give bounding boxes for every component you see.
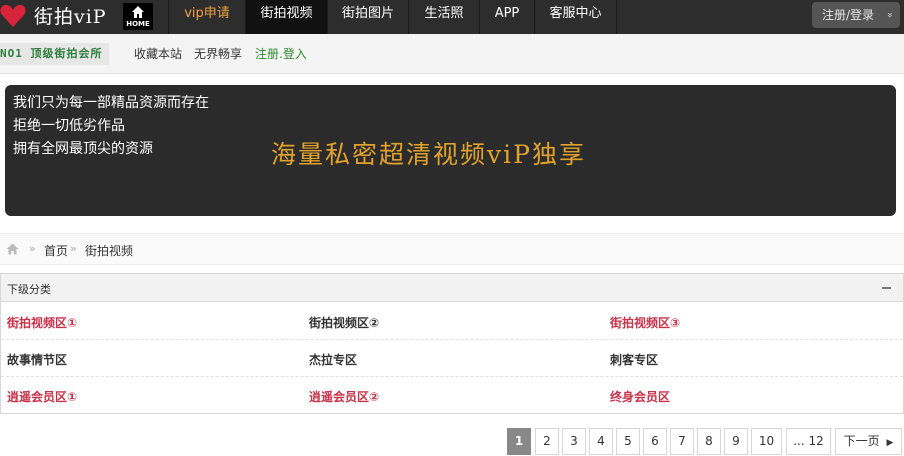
main-nav: vip申请 街拍视频 街拍图片 生活照 APP 客服中心	[168, 0, 617, 34]
unlimited-link[interactable]: 无界畅享	[194, 43, 242, 65]
page-7-button[interactable]: 7	[670, 428, 694, 455]
register-login-label: 注册/登录	[822, 8, 875, 22]
page-1-button[interactable]: 1	[507, 428, 531, 455]
nav-vip-apply[interactable]: vip申请	[168, 0, 245, 34]
page-9-button[interactable]: 9	[724, 428, 748, 455]
brand-badge: NO1 顶级街拍会所	[0, 43, 109, 65]
page-last-button[interactable]: ... 12	[786, 428, 831, 455]
home-button[interactable]: HOME	[123, 3, 153, 30]
register-login-button[interactable]: 注册/登录 »	[812, 2, 900, 28]
bookmark-site-link[interactable]: 收藏本站	[134, 43, 182, 65]
subcategory-panel: 下级分类 街拍视频区① 街拍视频区② 街拍视频区③ 故事情节区 杰拉专区 刺客专…	[0, 273, 904, 414]
breadcrumb-current: 街拍视频	[85, 244, 134, 258]
category-link[interactable]: 终身会员区	[610, 388, 670, 405]
caret-right-icon: ▶	[886, 438, 894, 448]
double-chevron-down-icon: »	[883, 11, 895, 19]
page-4-button[interactable]: 4	[589, 428, 613, 455]
top-navbar: 街拍viP HOME vip申请 街拍视频 街拍图片 生活照 APP 客服中心 …	[0, 0, 904, 34]
site-logo[interactable]: 街拍viP HOME	[0, 0, 168, 34]
house-icon	[132, 6, 144, 18]
category-link[interactable]: 街拍视频区②	[309, 314, 379, 331]
heart-logo-icon	[0, 4, 26, 27]
collapse-icon[interactable]	[882, 287, 891, 289]
category-link[interactable]: 街拍视频区①	[7, 314, 77, 331]
breadcrumb: » 首页 » 街拍视频	[0, 233, 904, 265]
next-page-button[interactable]: 下一页 ▶	[835, 428, 902, 455]
category-link[interactable]: 逍遥会员区①	[7, 388, 77, 405]
breadcrumb-separator: »	[29, 242, 36, 255]
promo-banner[interactable]: 我们只为每一部精品资源而存在 拒绝一切低劣作品 拥有全网最顶尖的资源 海量私密超…	[5, 85, 896, 216]
home-icon[interactable]	[6, 243, 19, 255]
page-10-button[interactable]: 10	[751, 428, 782, 455]
sub-bar: NO1 顶级街拍会所 收藏本站 无界畅享 注册.登入	[0, 34, 904, 74]
page-2-button[interactable]: 2	[535, 428, 559, 455]
panel-header: 下级分类	[1, 274, 903, 302]
category-row: 故事情节区 杰拉专区 刺客专区	[1, 340, 903, 377]
breadcrumb-separator: »	[70, 242, 77, 255]
category-link[interactable]: 故事情节区	[7, 351, 67, 368]
category-link[interactable]: 街拍视频区③	[610, 314, 680, 331]
category-link[interactable]: 杰拉专区	[309, 351, 357, 368]
category-row: 街拍视频区① 街拍视频区② 街拍视频区③	[1, 303, 903, 340]
nav-customer-service[interactable]: 客服中心	[534, 0, 617, 34]
home-label: HOME	[126, 20, 150, 28]
next-page-label: 下一页	[843, 434, 880, 448]
banner-line-1: 我们只为每一部精品资源而存在	[13, 95, 209, 111]
page-6-button[interactable]: 6	[643, 428, 667, 455]
banner-line-3: 拥有全网最顶尖的资源	[13, 141, 153, 157]
category-link[interactable]: 逍遥会员区②	[309, 388, 379, 405]
nav-street-video[interactable]: 街拍视频	[245, 0, 327, 34]
nav-life-photos[interactable]: 生活照	[408, 0, 479, 34]
logo-text: 街拍viP	[34, 6, 107, 28]
breadcrumb-home-link[interactable]: 首页	[44, 242, 68, 259]
page-8-button[interactable]: 8	[697, 428, 721, 455]
category-link[interactable]: 刺客专区	[610, 351, 658, 368]
banner-line-2: 拒绝一切低劣作品	[13, 118, 125, 134]
nav-street-photos[interactable]: 街拍图片	[327, 0, 408, 34]
register-login-link[interactable]: 注册.登入	[255, 43, 307, 65]
page-5-button[interactable]: 5	[616, 428, 640, 455]
page-3-button[interactable]: 3	[562, 428, 586, 455]
banner-slogan: 海量私密超清视频viP独享	[271, 140, 586, 169]
nav-app[interactable]: APP	[479, 0, 534, 34]
panel-title: 下级分类	[7, 283, 51, 296]
category-row: 逍遥会员区① 逍遥会员区② 终身会员区	[1, 377, 903, 414]
